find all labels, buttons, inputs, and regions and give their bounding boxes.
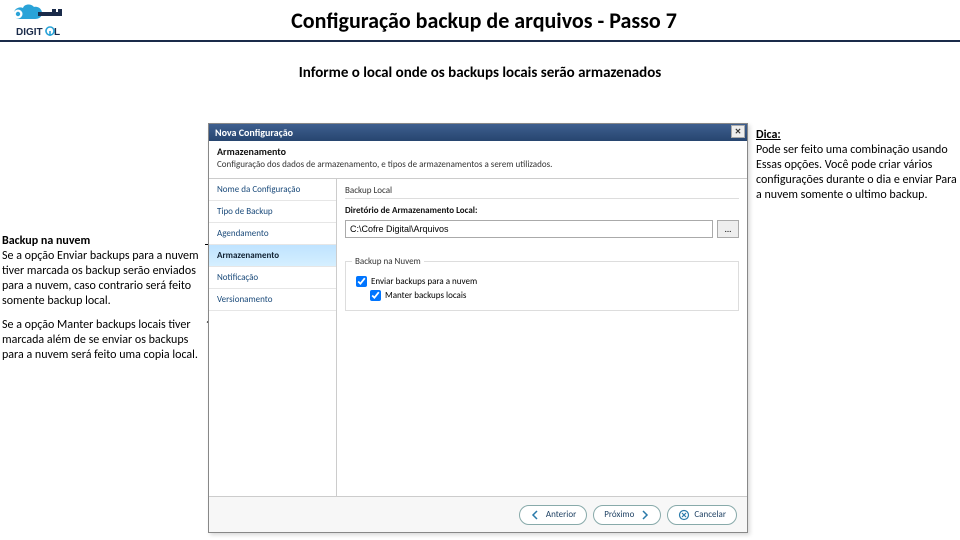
note-heading: Backup na nuvem [2,234,90,248]
step-type[interactable]: Tipo de Backup [209,201,336,223]
config-dialog: Nova Configuração ✕ Armazenamento Config… [208,123,748,533]
step-notification[interactable]: Notificação [209,267,336,289]
close-button[interactable]: ✕ [731,125,745,138]
step-versioning[interactable]: Versionamento [209,289,336,311]
note-body: Pode ser feito uma combinação usando Ess… [756,143,957,202]
dialog-title-bar: Nova Configuração ✕ [209,124,747,141]
logo: DIGIT L [8,1,78,39]
section-title: Armazenamento [217,145,739,158]
next-button-label: Próximo [604,509,634,520]
dialog-footer: Anterior Próximo Cancelar [209,496,747,532]
checkbox-send-cloud[interactable] [356,276,367,287]
browse-button[interactable]: ... [717,220,739,238]
checkbox-keep-local-label: Manter backups locais [385,290,466,301]
cancel-button[interactable]: Cancelar [667,505,737,525]
note-cloud-backup: Backup na nuvem Se a opção Enviar backup… [2,234,210,309]
group-cloud: Backup na Nuvem Enviar backups para a nu… [345,256,739,311]
local-dir-label: Diretório de Armazenamento Local: [345,205,739,216]
note-keep-local: Se a opção Manter backups locais tiver m… [2,318,212,363]
note-heading: Dica: [756,128,781,142]
note-body: Se a opção Enviar backups para a nuvem t… [2,249,199,308]
arrow-right-icon [638,509,650,521]
section-description: Configuração dos dados de armazenamento,… [217,159,739,170]
back-button-label: Anterior [546,509,576,520]
next-button[interactable]: Próximo [593,505,661,525]
note-tip: Dica: Pode ser feito uma combinação usan… [756,128,958,203]
step-storage[interactable]: Armazenamento [209,245,336,267]
svg-text:L: L [54,27,60,38]
cancel-button-label: Cancelar [694,509,726,520]
svg-text:DIGIT: DIGIT [16,27,43,38]
page-title: Configuração backup de arquivos - Passo … [78,7,890,34]
back-button[interactable]: Anterior [519,505,587,525]
close-icon: ✕ [735,127,742,137]
arrow-left-icon [530,509,542,521]
page-subtitle: Informe o local onde os backups locais s… [0,64,960,82]
dialog-subheader: Armazenamento Configuração dos dados de … [209,141,747,179]
step-schedule[interactable]: Agendamento [209,223,336,245]
local-dir-input[interactable] [345,220,713,238]
title-bar: DIGIT L Configuração backup de arquivos … [0,0,960,42]
dialog-title: Nova Configuração [215,126,293,139]
dialog-main: Backup Local Diretório de Armazenamento … [337,179,747,499]
group-local-label: Backup Local [345,185,739,199]
note-body: Se a opção Manter backups locais tiver m… [2,318,198,362]
step-name[interactable]: Nome da Configuração [209,179,336,201]
cancel-icon [678,509,690,521]
wizard-steps: Nome da Configuração Tipo de Backup Agen… [209,179,337,499]
checkbox-keep-local[interactable] [370,290,381,301]
group-cloud-label: Backup na Nuvem [352,256,424,267]
checkbox-send-cloud-label: Enviar backups para a nuvem [371,276,477,287]
